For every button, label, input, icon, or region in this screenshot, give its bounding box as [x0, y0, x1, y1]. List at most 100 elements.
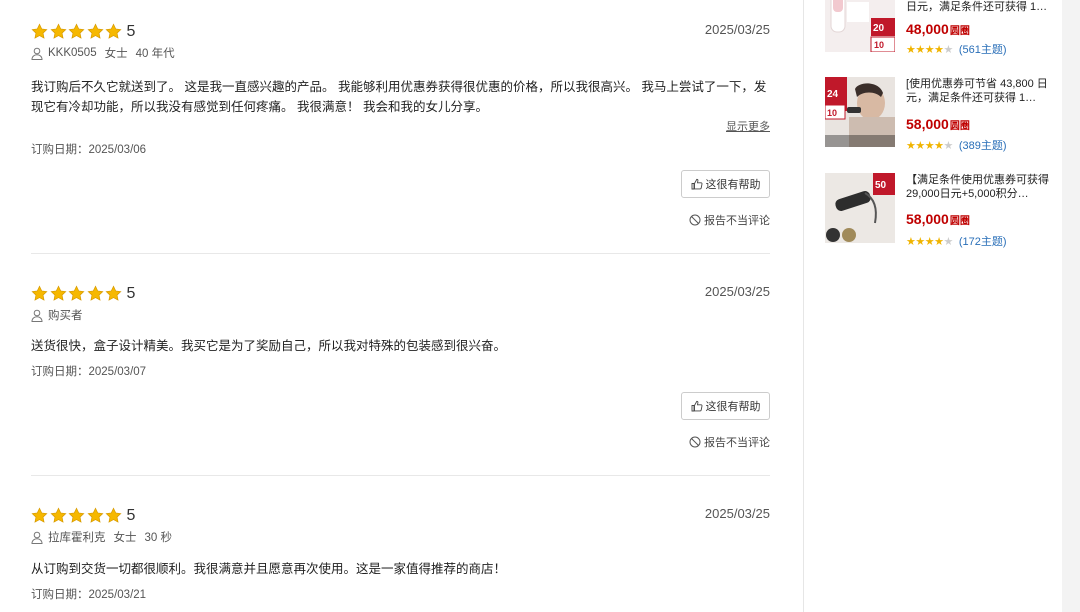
star-icon	[31, 22, 48, 39]
thumbs-up-icon	[691, 178, 702, 190]
star-icon	[105, 506, 122, 523]
price-unit: 圆圈	[949, 26, 970, 37]
user-icon	[31, 47, 43, 60]
helpful-button[interactable]: 这很有帮助	[681, 170, 770, 198]
product-price: 58,000圆圈	[906, 211, 970, 227]
star-icon	[86, 22, 104, 39]
order-date: 订购日期：2025/03/21	[31, 589, 147, 601]
star-icon	[31, 506, 48, 523]
report-label: 报告不当评论	[704, 437, 770, 449]
reviewer-name: 购买者	[48, 310, 83, 322]
helpful-label: 这很有帮助	[705, 179, 761, 191]
product-rating: ★★★★★ (389主题)	[906, 137, 1007, 153]
prohibited-icon	[689, 214, 701, 226]
review-text: 从订购到交货一切都很顺利。我很满意并且愿意再次使用。这是一家值得推荐的商店！	[31, 562, 507, 576]
reviewer-name: KKK0505	[48, 47, 97, 59]
review-item: 5 2025/03/25 购买者 送货很快，盒子设计精美。我买它是为了奖励自己，…	[31, 284, 770, 454]
report-label: 报告不当评论	[704, 215, 770, 227]
reviewer-gender: 女士	[113, 532, 137, 544]
review-item: 5 2025/03/25 拉库霍利克 女士 30 秒 从订购到交货一切都很顺利。…	[31, 506, 770, 612]
star-icon	[49, 22, 67, 39]
review-divider	[31, 253, 770, 254]
product-title[interactable]: [使用优惠券可节省 43,800 日元，满足条件还可获得 1…	[906, 77, 1051, 105]
reviewer-info: KKK0505 女士 40 年代	[31, 45, 175, 61]
reviewer-name: 拉库霍利克	[48, 532, 106, 544]
review-date: 2025/03/25	[704, 22, 770, 37]
svg-text:20: 20	[873, 23, 885, 34]
price-unit: 圆圈	[949, 216, 970, 227]
review-date: 2025/03/25	[704, 506, 770, 521]
star-rating: 5	[31, 284, 135, 302]
recommended-products: 20 10 日元，满足条件还可获得 1… 48,000圆圈 ★★★★★ (561…	[805, 0, 1062, 612]
product-price: 58,000圆圈	[906, 116, 970, 132]
helpful-label: 这很有帮助	[705, 401, 761, 413]
product-rating: ★★★★★ (172主题)	[906, 233, 1007, 249]
product-card[interactable]: 50 【满足条件使用优惠券可获得 29,000日元+5,000积分… 58,00…	[825, 173, 1055, 248]
order-date: 订购日期：2025/03/07	[31, 366, 147, 378]
helpful-button[interactable]: 这很有帮助	[681, 392, 770, 420]
show-more-link[interactable]: 显示更多	[726, 118, 770, 134]
product-card[interactable]: 20 10 日元，满足条件还可获得 1… 48,000圆圈 ★★★★★ (561…	[825, 0, 1055, 56]
rating-score: 5	[126, 285, 136, 302]
svg-text:10: 10	[874, 40, 884, 50]
rating-stars: ★★★★★	[906, 43, 953, 56]
product-card[interactable]: 24 10 [使用优惠券可节省 43,800 日元，满足条件还可获得 1… 58…	[825, 77, 1055, 152]
star-icon	[105, 22, 122, 39]
product-title[interactable]: 【满足条件使用优惠券可获得 29,000日元+5,000积分…	[906, 173, 1051, 201]
review-count-link[interactable]: (561主题)	[959, 41, 1007, 57]
review-text: 送货很快，盒子设计精美。我买它是为了奖励自己，所以我对特殊的包装感到很兴奋。	[31, 339, 507, 353]
page: 5 2025/03/25 KKK0505 女士 40 年代 我订购后不久它就送到…	[0, 0, 1062, 612]
price-value: 48,000	[906, 21, 949, 37]
report-link[interactable]: 报告不当评论	[689, 212, 770, 228]
review-count-link[interactable]: (389主题)	[959, 137, 1007, 153]
thumbs-up-icon	[691, 400, 702, 412]
star-icon	[68, 284, 85, 301]
reviewer-info: 拉库霍利克 女士 30 秒	[31, 529, 172, 545]
product-thumbnail[interactable]: 24 10	[825, 77, 895, 147]
rating-score: 5	[126, 507, 136, 524]
reviewer-age: 30 秒	[144, 532, 173, 544]
user-icon	[31, 309, 43, 322]
product-title[interactable]: 日元，满足条件还可获得 1…	[906, 0, 1051, 14]
review-date: 2025/03/25	[704, 284, 770, 299]
reviewer-gender: 女士	[104, 48, 128, 60]
product-rating: ★★★★★ (561主题)	[906, 41, 1007, 57]
reviewer-age: 40 年代	[135, 48, 175, 60]
star-icon	[49, 284, 67, 301]
star-rating: 5	[31, 22, 135, 40]
review-count-link[interactable]: (172主题)	[959, 233, 1007, 249]
rating-stars: ★★★★★	[906, 235, 953, 248]
product-image: 24 10	[825, 77, 895, 147]
product-image: 20 10	[825, 0, 895, 52]
order-date: 订购日期：2025/03/06	[31, 144, 147, 156]
review-item: 5 2025/03/25 KKK0505 女士 40 年代 我订购后不久它就送到…	[31, 22, 770, 232]
user-icon	[31, 531, 43, 544]
price-unit: 圆圈	[949, 121, 970, 132]
product-image: 50	[825, 173, 895, 243]
star-icon	[86, 284, 104, 301]
review-list: 5 2025/03/25 KKK0505 女士 40 年代 我订购后不久它就送到…	[0, 0, 804, 612]
svg-text:24: 24	[827, 89, 839, 100]
star-icon	[68, 22, 85, 39]
svg-text:50: 50	[875, 180, 887, 191]
star-icon	[49, 506, 67, 523]
price-value: 58,000	[906, 116, 949, 132]
review-divider	[31, 475, 770, 476]
star-icon	[86, 506, 104, 523]
prohibited-icon	[689, 436, 701, 448]
product-thumbnail[interactable]: 50	[825, 173, 895, 243]
product-price: 48,000圆圈	[906, 21, 970, 37]
star-rating: 5	[31, 506, 135, 524]
page-gutter	[1062, 0, 1080, 612]
rating-stars: ★★★★★	[906, 139, 953, 152]
price-value: 58,000	[906, 211, 949, 227]
rating-score: 5	[126, 23, 136, 40]
reviewer-info: 购买者	[31, 307, 83, 323]
report-link[interactable]: 报告不当评论	[689, 434, 770, 450]
product-thumbnail[interactable]: 20 10	[825, 0, 895, 52]
star-icon	[68, 506, 85, 523]
star-icon	[105, 284, 122, 301]
star-icon	[31, 284, 48, 301]
review-text: 我订购后不久它就送到了。 这是我一直感兴趣的产品。 我能够利用优惠券获得很优惠的…	[31, 80, 767, 114]
svg-text:10: 10	[827, 108, 837, 118]
